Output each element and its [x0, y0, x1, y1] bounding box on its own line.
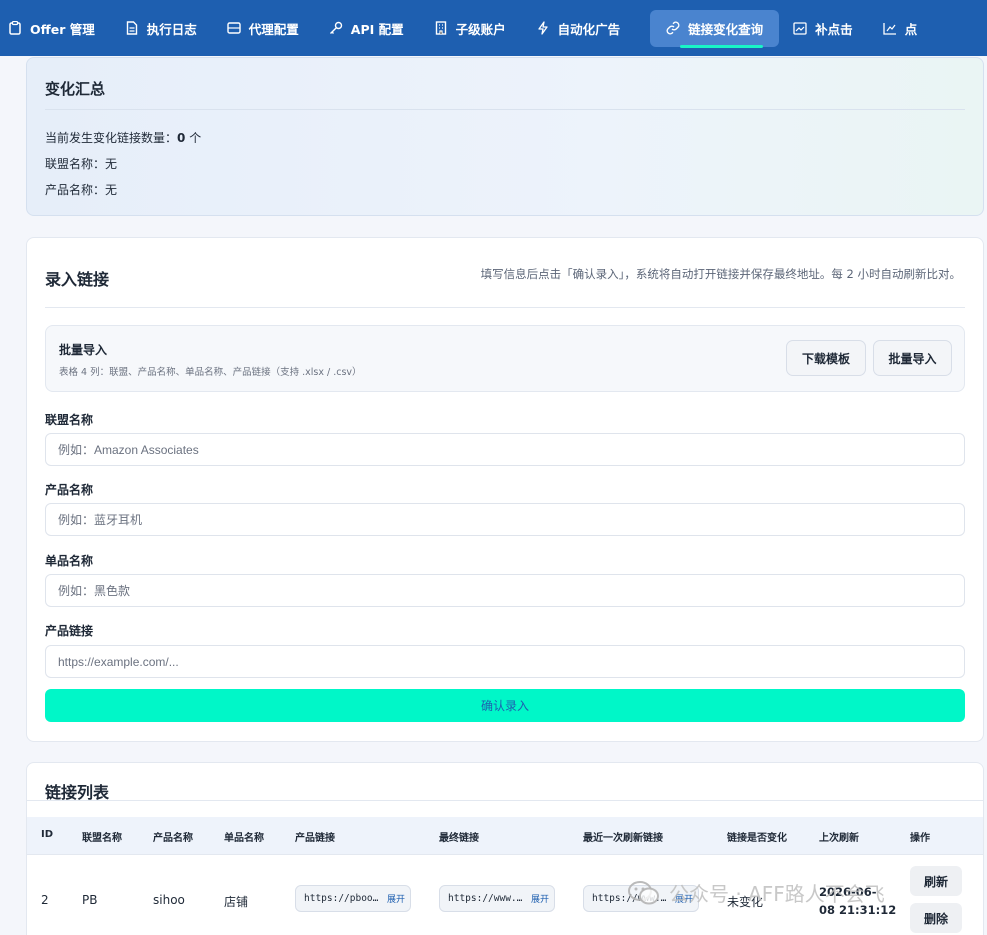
wechat-icon [628, 880, 659, 904]
th-id: ID [41, 829, 54, 840]
key-icon [329, 21, 343, 35]
summary-alliance: 联盟名称：无 [45, 157, 118, 171]
delete-button[interactable]: 删除 [910, 903, 962, 933]
cell-alliance: PB [82, 893, 98, 907]
confirm-entry-button[interactable]: 确认录入 [45, 689, 965, 722]
th-actions: 操作 [910, 833, 930, 844]
product-link-text: https://pboost… [304, 893, 384, 904]
nav-link-change-query[interactable]: 链接变化查询 [650, 9, 780, 48]
entry-title: 录入链接 [45, 270, 110, 289]
nav-auto-ads[interactable]: 自动化广告 [536, 10, 637, 47]
link-label: 产品链接 [45, 624, 94, 638]
th-alliance: 联盟名称 [82, 833, 122, 844]
changed-count-line: 当前发生变化链接数量：0 个 [45, 129, 201, 146]
watermark: 公众号 · AFF路人不会飞 [627, 878, 885, 907]
batch-import-panel: 批量导入 表格 4 列：联盟、产品名称、单品名称、产品链接（支持 .xlsx /… [45, 325, 965, 392]
nav-supplement-click[interactable]: 补点击 [793, 10, 869, 47]
th-changed: 链接是否变化 [727, 833, 787, 844]
changed-count-unit: 个 [185, 131, 202, 145]
clipboard-icon [8, 21, 22, 35]
th-last-refresh: 上次刷新 [819, 833, 859, 844]
change-summary-card: 变化汇总 当前发生变化链接数量：0 个 联盟名称：无 产品名称：无 [26, 57, 984, 216]
nav-label: 自动化广告 [557, 21, 621, 37]
nav-label: 点 [904, 21, 918, 37]
nav-label: 代理配置 [248, 21, 299, 37]
cell-product: sihoo [153, 893, 185, 907]
changed-count-label: 当前发生变化链接数量： [45, 131, 178, 145]
nav-label: 子级账户 [455, 21, 506, 37]
cell-final-link: https://www.am… 展开 [439, 885, 555, 912]
refresh-button[interactable]: 刷新 [910, 866, 962, 896]
item-label: 单品名称 [45, 554, 94, 568]
table-header: ID 联盟名称 产品名称 单品名称 产品链接 最终链接 最近一次刷新链接 链接是… [27, 817, 983, 855]
cell-id: 2 [41, 893, 49, 907]
divider [45, 307, 965, 308]
link-list-card: 链接列表 ID 联盟名称 产品名称 单品名称 产品链接 最终链接 最近一次刷新链… [26, 762, 984, 935]
building-icon [434, 21, 448, 35]
alliance-label: 联盟名称 [45, 413, 94, 427]
product-label: 产品名称 [45, 483, 94, 497]
cell-item: 店铺 [224, 895, 249, 909]
chart-icon [883, 21, 897, 35]
expand-product-link[interactable]: 展开 [387, 892, 405, 905]
top-nav: Offer 管理 执行日志 代理配置 API 配置 子级账户 自动化广告 链接变… [0, 0, 987, 56]
nav-api-config[interactable]: API 配置 [329, 10, 420, 47]
link-entry-card: 录入链接 填写信息后点击「确认录入」，系统将自动打开链接并保存最终地址。每 2 … [26, 237, 984, 742]
server-icon [227, 21, 241, 35]
cell-product-link: https://pboost… 展开 [295, 885, 411, 912]
summary-title: 变化汇总 [45, 80, 106, 98]
watermark-text: 公众号 · AFF路人不会飞 [669, 882, 885, 906]
nav-label: 链接变化查询 [688, 21, 764, 37]
alliance-input[interactable] [45, 433, 965, 466]
nav-label: 执行日志 [146, 21, 197, 37]
product-input[interactable] [45, 503, 965, 536]
nav-offer-management[interactable]: Offer 管理 [8, 10, 111, 47]
download-template-button[interactable]: 下载模板 [786, 340, 866, 376]
th-recent-link: 最近一次刷新链接 [583, 833, 663, 844]
nav-label: Offer 管理 [30, 21, 95, 37]
link-input[interactable] [45, 645, 965, 678]
batch-import-button[interactable]: 批量导入 [873, 340, 952, 376]
nav-proxy-config[interactable]: 代理配置 [227, 10, 315, 47]
th-final-link: 最终链接 [439, 833, 479, 844]
item-input[interactable] [45, 574, 965, 607]
th-product-link: 产品链接 [295, 833, 335, 844]
document-icon [125, 21, 139, 35]
nav-execution-log[interactable]: 执行日志 [125, 10, 213, 47]
th-product: 产品名称 [153, 833, 193, 844]
summary-product: 产品名称：无 [45, 183, 118, 197]
entry-hint: 填写信息后点击「确认录入」，系统将自动打开链接并保存最终地址。每 2 小时自动刷… [480, 267, 961, 281]
nav-label: 补点击 [815, 21, 853, 37]
final-link-text: https://www.am… [448, 893, 528, 904]
nav-label: API 配置 [350, 21, 404, 37]
lightning-icon [536, 21, 550, 35]
nav-sub-accounts[interactable]: 子级账户 [434, 10, 522, 47]
batch-subtitle: 表格 4 列：联盟、产品名称、单品名称、产品链接（支持 .xlsx / .csv… [59, 367, 362, 378]
image-icon [793, 21, 807, 35]
expand-final-link[interactable]: 展开 [531, 892, 549, 905]
divider [27, 800, 983, 801]
nav-stats[interactable]: 点 [883, 10, 934, 47]
link-icon [666, 21, 680, 35]
batch-title: 批量导入 [59, 343, 108, 357]
th-item: 单品名称 [224, 833, 264, 844]
divider [45, 109, 965, 110]
